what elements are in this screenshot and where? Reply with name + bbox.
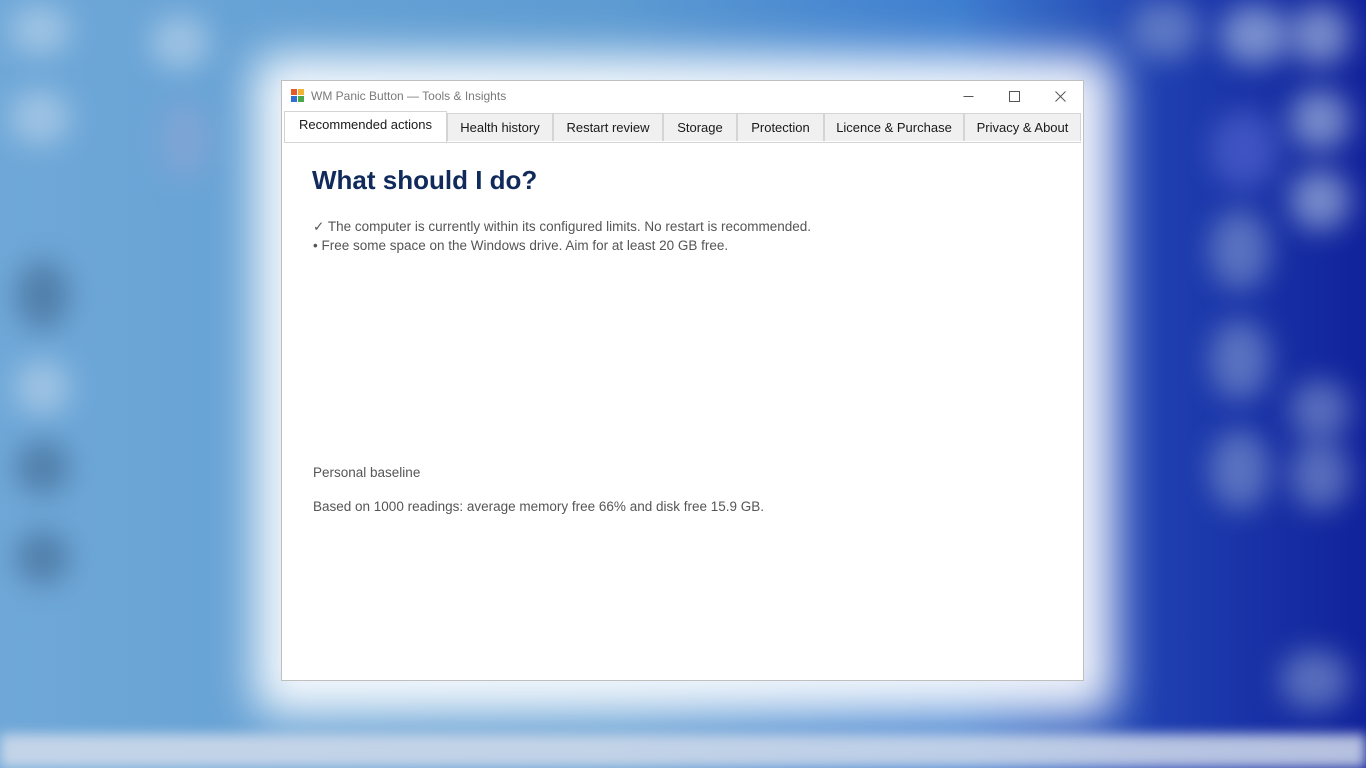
recommendation-item: • Free some space on the Windows drive. … xyxy=(313,238,729,253)
page-title: What should I do? xyxy=(312,165,538,195)
tab-restart-review[interactable]: Restart review xyxy=(553,113,663,141)
tab-storage[interactable]: Storage xyxy=(663,113,737,141)
tab-recommended-actions[interactable]: Recommended actions xyxy=(284,111,447,142)
maximize-button[interactable] xyxy=(991,81,1037,111)
recommended-actions-panel: What should I do? ✓ The computer is curr… xyxy=(282,143,1083,680)
minimize-icon xyxy=(963,95,973,97)
app-logo-icon xyxy=(291,89,305,103)
tab-strip: Recommended actions Health history Resta… xyxy=(284,111,1081,143)
window-title: WM Panic Button — Tools & Insights xyxy=(311,89,507,103)
maximize-icon xyxy=(1008,90,1020,102)
tab-licence-purchase[interactable]: Licence & Purchase xyxy=(824,113,964,141)
app-window: WM Panic Button — Tools & Insights Recom… xyxy=(281,80,1084,681)
close-icon xyxy=(1054,90,1066,102)
minimize-button[interactable] xyxy=(945,81,991,111)
tab-protection[interactable]: Protection xyxy=(737,113,824,141)
baseline-summary: Based on 1000 readings: average memory f… xyxy=(313,499,765,514)
tab-privacy-about[interactable]: Privacy & About xyxy=(964,113,1081,141)
close-button[interactable] xyxy=(1037,81,1083,111)
recommendation-item: ✓ The computer is currently within its c… xyxy=(313,219,811,234)
baseline-heading: Personal baseline xyxy=(313,465,421,480)
tab-health-history[interactable]: Health history xyxy=(447,113,553,141)
title-bar[interactable]: WM Panic Button — Tools & Insights xyxy=(282,81,1083,111)
